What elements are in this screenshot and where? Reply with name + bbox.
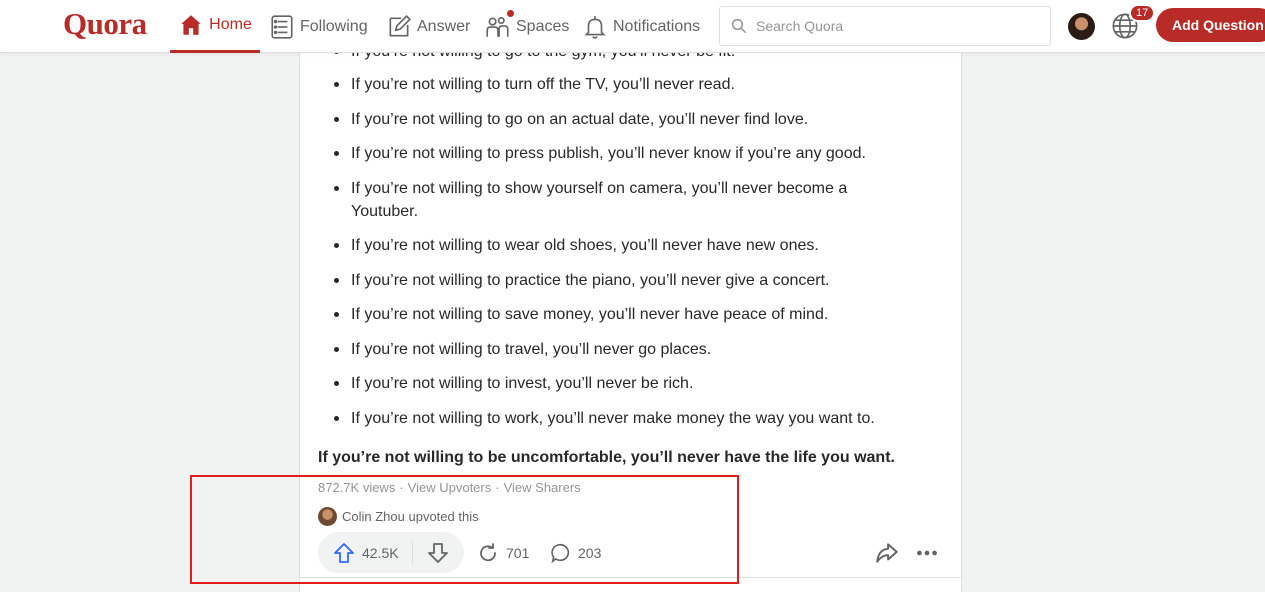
list-item: If you’re not willing to work, you’ll ne…	[334, 407, 911, 430]
search-input[interactable]	[756, 18, 1036, 34]
share-icon[interactable]	[874, 540, 900, 566]
search-icon	[731, 18, 747, 34]
quora-logo[interactable]: Quora	[63, 6, 147, 42]
language-badge: 17	[1129, 4, 1156, 22]
nav-home[interactable]: Home	[170, 0, 260, 53]
user-avatar[interactable]	[1068, 13, 1095, 40]
home-icon	[181, 15, 201, 35]
spaces-notification-dot	[506, 9, 515, 18]
list-item: If you’re not willing to wear old shoes,…	[334, 234, 911, 257]
answer-icon	[389, 14, 411, 36]
nav-spaces[interactable]: Spaces	[485, 0, 569, 53]
list-item: If you’re not willing to invest, you’ll …	[334, 372, 911, 395]
list-item: If you’re not willing to turn off the TV…	[334, 73, 911, 96]
nav-following[interactable]: Following	[269, 0, 368, 53]
answer-conclusion: If you’re not willing to be uncomfortabl…	[318, 449, 895, 466]
nav-answer-label: Answer	[417, 17, 471, 35]
search-box[interactable]	[719, 6, 1051, 46]
add-question-button[interactable]: Add Question	[1156, 8, 1265, 42]
nav-notifications-label: Notifications	[613, 17, 701, 35]
list-item: If you’re not willing to press publish, …	[334, 142, 911, 165]
bell-icon	[584, 15, 606, 39]
more-options-icon[interactable]	[914, 540, 940, 566]
nav-answer[interactable]: Answer	[386, 0, 470, 53]
following-icon	[271, 14, 293, 39]
nav-notifications[interactable]: Notifications	[582, 0, 700, 53]
list-item: If you’re not willing to practice the pi…	[334, 269, 911, 292]
nav-home-label: Home	[209, 16, 252, 33]
list-item: If you’re not willing to travel, you’ll …	[334, 338, 911, 361]
list-item: If you’re not willing to save money, you…	[334, 303, 911, 326]
list-item: If you’re not willing to show yourself o…	[334, 177, 911, 223]
top-navigation-bar: Quora Home Following Answer Spaces Notif…	[0, 0, 1265, 53]
nav-spaces-label: Spaces	[516, 17, 570, 35]
spaces-icon	[486, 16, 509, 37]
nav-following-label: Following	[300, 17, 368, 35]
list-item: If you’re not willing to go on an actual…	[334, 108, 911, 131]
annotation-highlight-box	[190, 475, 739, 584]
